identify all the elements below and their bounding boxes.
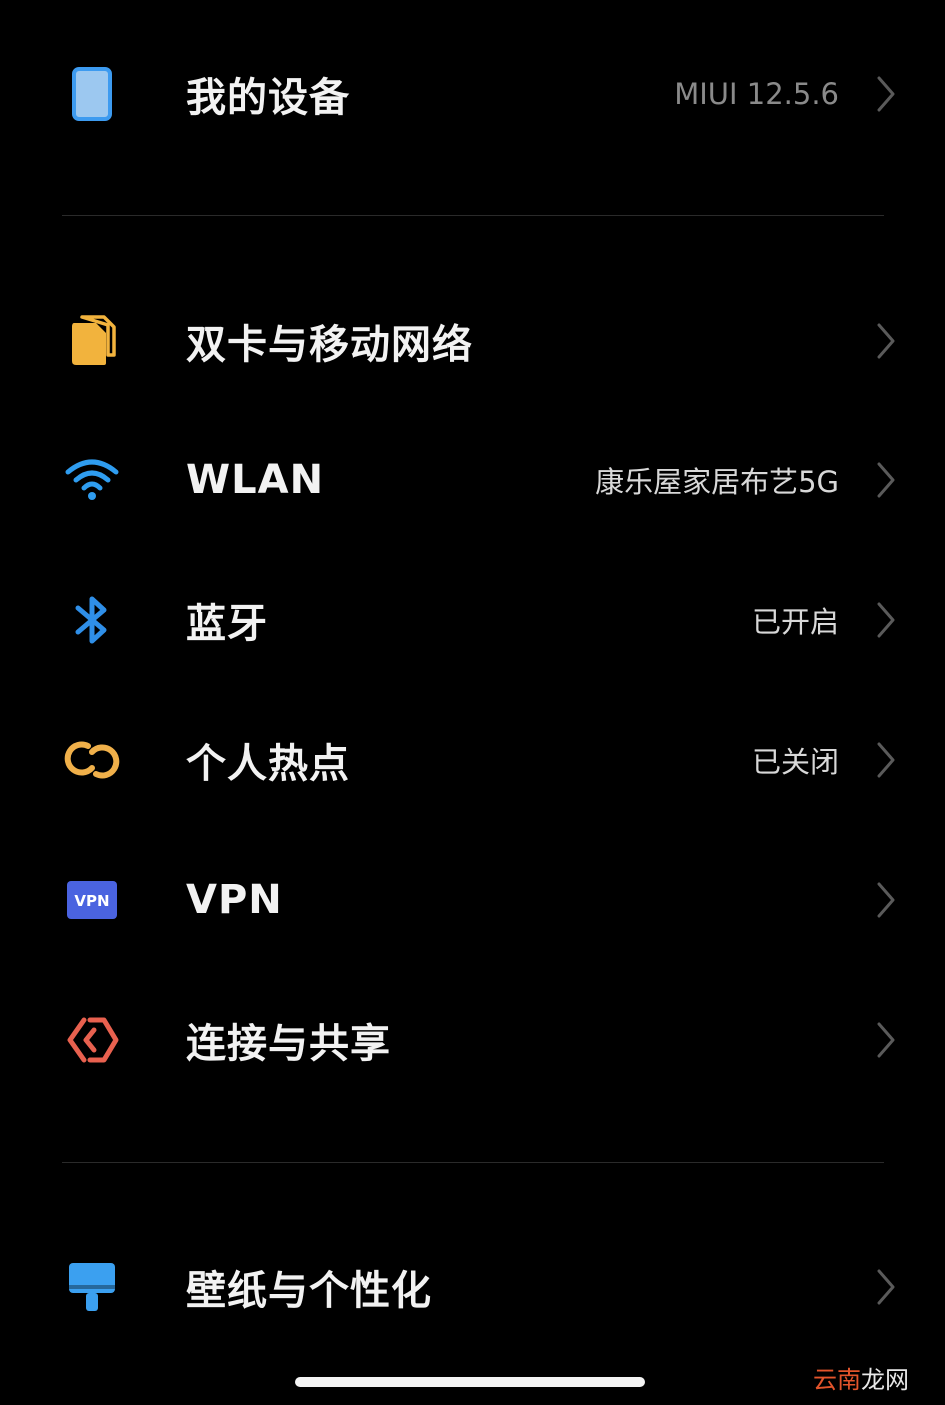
vpn-icon: VPN [62, 870, 122, 930]
divider [62, 1162, 884, 1163]
chevron-right-icon [877, 76, 895, 112]
chevron-right-icon [877, 602, 895, 638]
settings-item-label: WLAN [186, 457, 325, 503]
my-device-label: 我的设备 [186, 75, 350, 121]
chevron-right-icon [877, 462, 895, 498]
hotspot-status: 已关闭 [751, 745, 839, 779]
vpn-icon-text: VPN [74, 892, 109, 910]
watermark-text-1: 云南 [813, 1366, 861, 1394]
home-indicator[interactable] [295, 1377, 645, 1387]
settings-item-connect-share[interactable]: 连接与共享 [0, 980, 945, 1100]
my-device-row[interactable]: 我的设备 MIUI 12.5.6 [0, 34, 945, 154]
chevron-right-icon [877, 742, 895, 778]
bluetooth-status: 已开启 [751, 605, 839, 639]
watermark: 云南龙网 [813, 1360, 909, 1395]
hotspot-icon [62, 730, 122, 790]
wifi-icon [62, 450, 122, 510]
watermark-text-2: 龙网 [861, 1366, 909, 1394]
connect-share-icon [62, 1010, 122, 1070]
settings-item-label: 个人热点 [186, 741, 350, 787]
divider [62, 215, 884, 216]
settings-item-label: 双卡与移动网络 [186, 322, 473, 368]
settings-item-wlan[interactable]: WLAN 康乐屋家居布艺5G [0, 420, 945, 540]
settings-item-wallpaper[interactable]: 壁纸与个性化 [0, 1227, 945, 1347]
settings-item-vpn[interactable]: VPN VPN [0, 840, 945, 960]
settings-item-label: VPN [186, 877, 283, 923]
my-device-version: MIUI 12.5.6 [674, 77, 839, 111]
settings-item-hotspot[interactable]: 个人热点 已关闭 [0, 700, 945, 820]
paint-brush-icon [62, 1257, 122, 1317]
settings-item-label: 蓝牙 [186, 601, 268, 647]
settings-item-label: 壁纸与个性化 [186, 1268, 432, 1314]
phone-icon [62, 64, 122, 124]
wlan-network-name: 康乐屋家居布艺5G [595, 465, 839, 499]
settings-item-dual-sim[interactable]: 双卡与移动网络 [0, 281, 945, 401]
sim-card-icon [62, 311, 122, 371]
chevron-right-icon [877, 323, 895, 359]
chevron-right-icon [877, 882, 895, 918]
settings-item-label: 连接与共享 [186, 1021, 391, 1067]
chevron-right-icon [877, 1022, 895, 1058]
settings-item-bluetooth[interactable]: 蓝牙 已开启 [0, 560, 945, 680]
bluetooth-icon [62, 590, 122, 650]
chevron-right-icon [877, 1269, 895, 1305]
